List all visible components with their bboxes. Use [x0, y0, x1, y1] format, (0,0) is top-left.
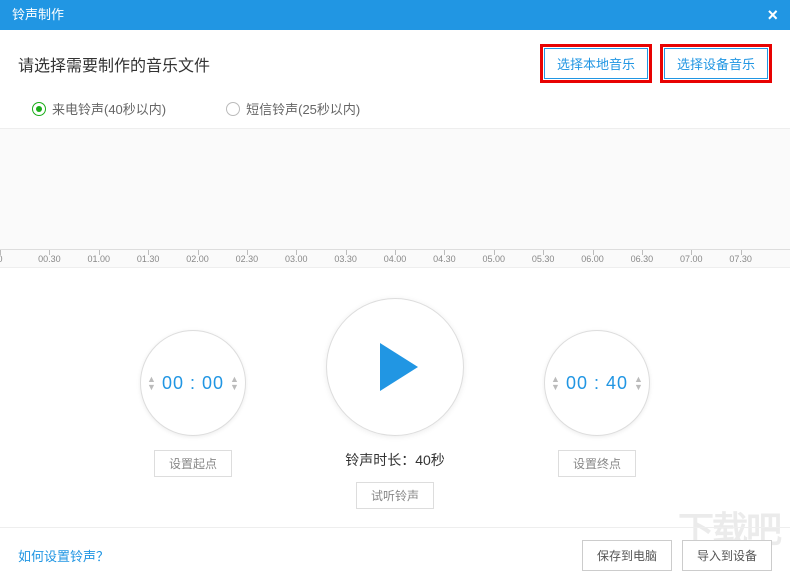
- tick-label: 05.00: [482, 254, 505, 264]
- start-point-group: ▲▼ 00 : 00 ▲▼ 设置起点: [140, 330, 246, 477]
- tick-label: 06.00: [581, 254, 604, 264]
- controls-row: ▲▼ 00 : 00 ▲▼ 设置起点 铃声时长：40秒 试听铃声 ▲▼ 00 :…: [0, 268, 790, 529]
- tick-label: 04.00: [384, 254, 407, 264]
- page-title: 请选择需要制作的音乐文件: [18, 52, 210, 76]
- tick-label: 04.30: [433, 254, 456, 264]
- ringtone-type-group: 来电铃声(40秒以内) 短信铃声(25秒以内): [0, 93, 790, 128]
- end-time-value: 00 : 40: [566, 373, 628, 394]
- tick-label: 0: [0, 254, 3, 264]
- tick-label: 01.30: [137, 254, 160, 264]
- header-row: 请选择需要制作的音乐文件 选择本地音乐 选择设备音乐: [0, 30, 790, 93]
- footer: 如何设置铃声？ 保存到电脑 导入到设备: [0, 527, 790, 583]
- start-time-dial[interactable]: ▲▼ 00 : 00 ▲▼: [140, 330, 246, 436]
- window-title: 铃声制作: [12, 0, 64, 30]
- tick-label: 00.30: [38, 254, 61, 264]
- preview-button[interactable]: 试听铃声: [356, 482, 434, 509]
- play-icon: [380, 343, 418, 391]
- tick-label: 07.30: [729, 254, 752, 264]
- radio-selected-icon: [32, 102, 46, 116]
- tick-label: 01.00: [87, 254, 110, 264]
- duration-label: 铃声时长：40秒: [326, 450, 464, 470]
- waveform-area[interactable]: 0 00.30 01.00 01.30 02.00 02.30 03.00 03.30 04.0…: [0, 128, 790, 268]
- tick-label: 06.30: [631, 254, 654, 264]
- help-link[interactable]: 如何设置铃声？: [18, 546, 109, 565]
- radio-call-ringtone[interactable]: 来电铃声(40秒以内): [32, 99, 166, 118]
- close-icon[interactable]: ×: [767, 0, 778, 30]
- tick-label: 03.00: [285, 254, 308, 264]
- select-device-music-button[interactable]: 选择设备音乐: [664, 48, 768, 79]
- radio-sms-label: 短信铃声(25秒以内): [246, 99, 360, 118]
- highlight-device: 选择设备音乐: [660, 44, 772, 83]
- minute-stepper-icon[interactable]: ▲▼: [147, 375, 156, 391]
- set-end-button[interactable]: 设置终点: [558, 450, 636, 477]
- minute-stepper-icon[interactable]: ▲▼: [551, 375, 560, 391]
- play-group: 铃声时长：40秒 试听铃声: [326, 298, 464, 509]
- second-stepper-icon[interactable]: ▲▼: [634, 375, 643, 391]
- import-to-device-button[interactable]: 导入到设备: [682, 540, 772, 571]
- header-buttons: 选择本地音乐 选择设备音乐: [540, 44, 772, 83]
- end-point-group: ▲▼ 00 : 40 ▲▼ 设置终点: [544, 330, 650, 477]
- save-to-pc-button[interactable]: 保存到电脑: [582, 540, 672, 571]
- tick-label: 02.30: [236, 254, 259, 264]
- tick-label: 07.00: [680, 254, 703, 264]
- timeline-tick: 07.30: [741, 250, 790, 267]
- end-time-dial[interactable]: ▲▼ 00 : 40 ▲▼: [544, 330, 650, 436]
- highlight-local: 选择本地音乐: [540, 44, 652, 83]
- set-start-button[interactable]: 设置起点: [154, 450, 232, 477]
- select-local-music-button[interactable]: 选择本地音乐: [544, 48, 648, 79]
- tick-label: 05.30: [532, 254, 555, 264]
- radio-unselected-icon: [226, 102, 240, 116]
- tick-label: 03.30: [334, 254, 357, 264]
- second-stepper-icon[interactable]: ▲▼: [230, 375, 239, 391]
- timeline-ruler: 0 00.30 01.00 01.30 02.00 02.30 03.00 03.30 04.0…: [0, 249, 790, 267]
- tick-label: 02.00: [186, 254, 209, 264]
- titlebar: 铃声制作 ×: [0, 0, 790, 30]
- start-time-value: 00 : 00: [162, 373, 224, 394]
- play-button[interactable]: [326, 298, 464, 436]
- radio-call-label: 来电铃声(40秒以内): [52, 99, 166, 118]
- radio-sms-ringtone[interactable]: 短信铃声(25秒以内): [226, 99, 360, 118]
- footer-buttons: 保存到电脑 导入到设备: [582, 540, 772, 571]
